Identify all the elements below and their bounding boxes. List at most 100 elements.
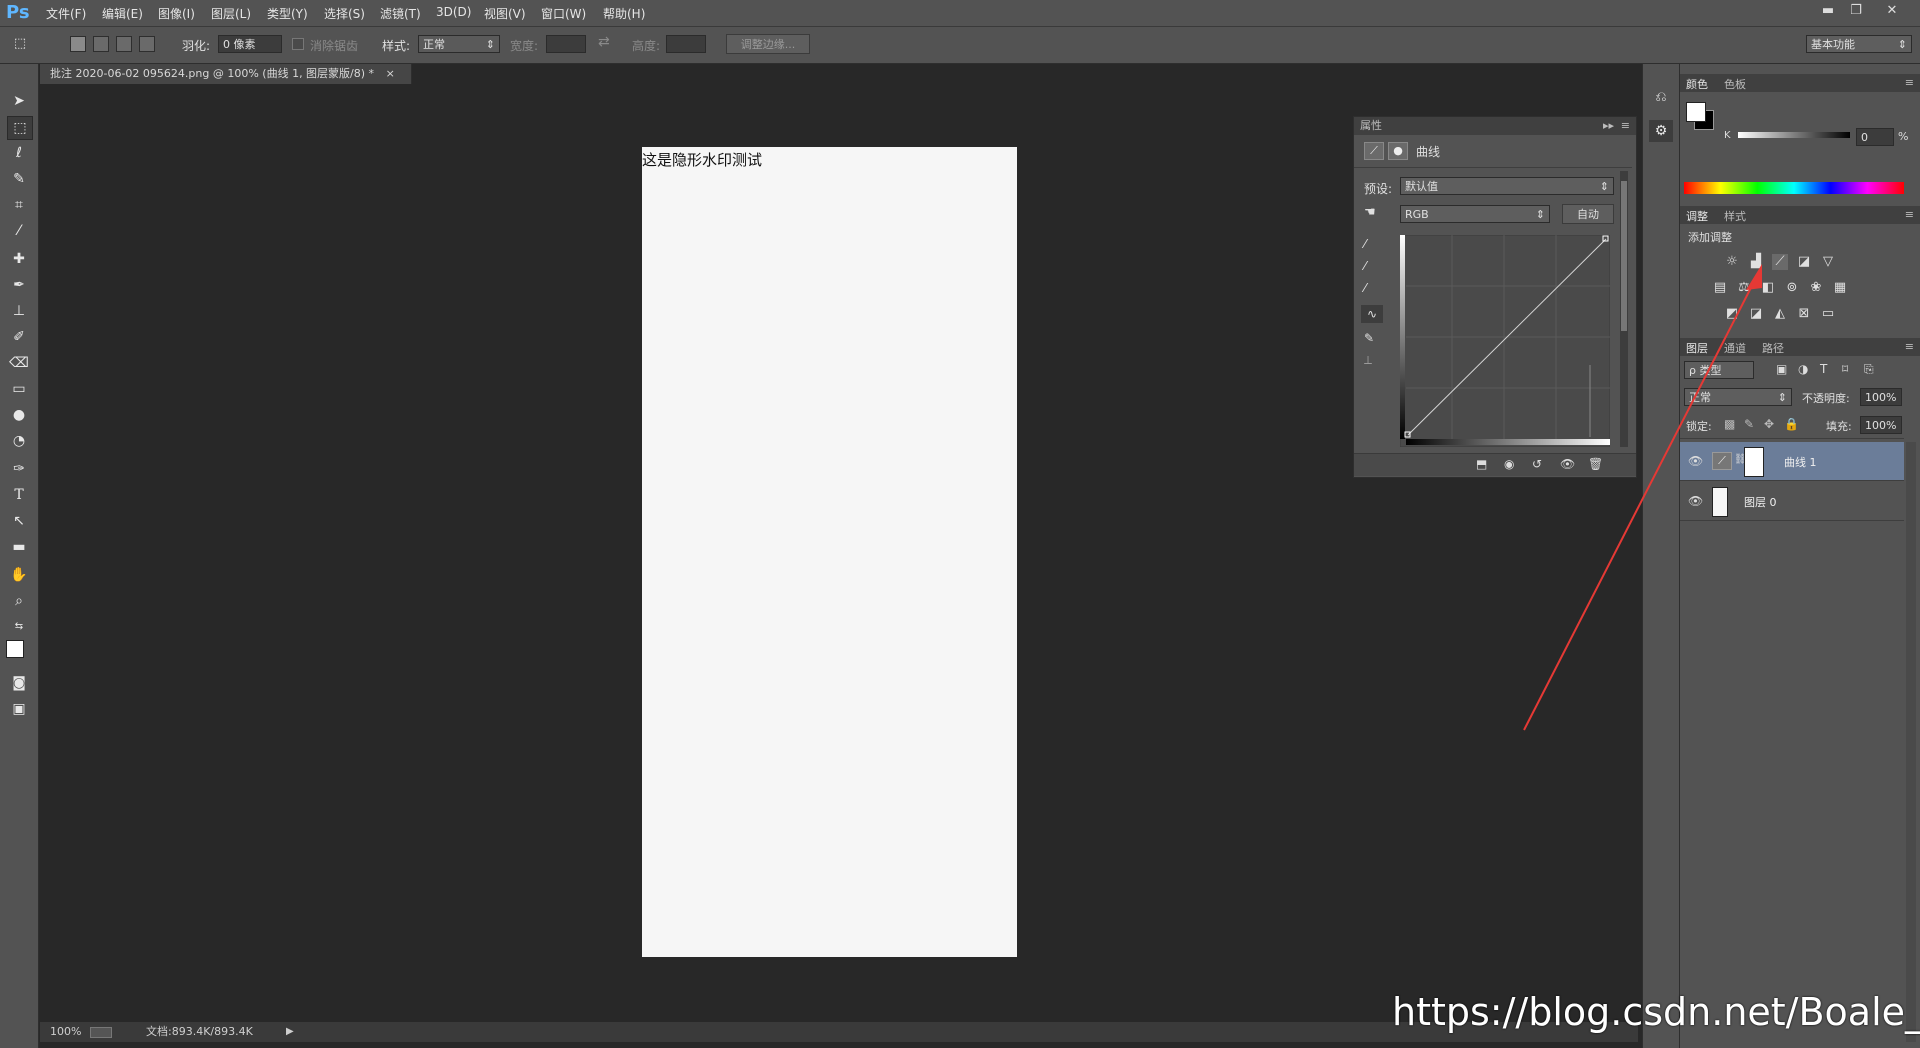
filter-smart-object-icon[interactable]: ⎘	[1864, 362, 1874, 377]
panel-menu-icon[interactable]: ≡	[1905, 76, 1914, 89]
sample-gray-eyedropper-icon[interactable]: ⁄	[1364, 259, 1366, 273]
vibrance-icon[interactable]: ▽	[1820, 254, 1836, 270]
dodge-tool-icon[interactable]: ◔	[7, 430, 31, 452]
tab-color[interactable]: 颜色	[1686, 76, 1708, 92]
path-select-tool-icon[interactable]: ↖	[7, 510, 31, 532]
rectangle-tool-icon[interactable]: ▬	[7, 536, 31, 558]
refine-edge-button[interactable]: 调整边缘...	[726, 34, 810, 54]
brush-tool-icon[interactable]: ✒	[7, 274, 31, 296]
document-tab[interactable]: 批注 2020-06-02 095624.png @ 100% (曲线 1, 图…	[40, 64, 412, 84]
opacity-input[interactable]: 100%	[1860, 388, 1902, 406]
clip-to-layer-icon[interactable]: ⬒	[1476, 457, 1487, 471]
foreground-color-swatch[interactable]	[1686, 102, 1706, 122]
tab-styles[interactable]: 样式	[1724, 208, 1746, 224]
menu-edit[interactable]: 编辑(E)	[102, 5, 143, 22]
menu-help[interactable]: 帮助(H)	[603, 5, 645, 22]
collapse-icon[interactable]: ▸▸	[1603, 117, 1614, 135]
eyedropper-tool-icon[interactable]: ⁄	[7, 220, 31, 242]
sample-white-eyedropper-icon[interactable]: ⁄	[1364, 281, 1366, 295]
workspace-select[interactable]: 基本功能 ⇕	[1806, 35, 1912, 53]
marquee-tool-icon[interactable]: ⬚	[7, 116, 33, 140]
healing-brush-tool-icon[interactable]: ✚	[7, 248, 31, 270]
edit-points-curve-icon[interactable]: ∿	[1361, 305, 1383, 323]
subtract-selection-icon[interactable]	[116, 36, 132, 52]
curves-adjustment-icon[interactable]: ⟋	[1364, 142, 1384, 160]
new-selection-icon[interactable]	[70, 36, 86, 52]
height-input[interactable]	[666, 35, 706, 53]
menu-select[interactable]: 选择(S)	[324, 5, 365, 22]
layer-name[interactable]: 曲线 1	[1784, 454, 1817, 470]
k-slider[interactable]	[1738, 132, 1850, 138]
restore-button[interactable]: ❐	[1844, 2, 1868, 20]
document-canvas[interactable]: 这是隐形水印测试	[642, 147, 1017, 957]
panel-menu-icon[interactable]: ≡	[1905, 340, 1914, 353]
marquee-tool-preset-icon[interactable]: ⬚	[8, 33, 32, 55]
menu-image[interactable]: 图像(I)	[158, 5, 195, 22]
close-tab-icon[interactable]: ×	[386, 67, 395, 80]
gradient-tool-icon[interactable]: ▭	[7, 378, 31, 400]
status-arrow-icon[interactable]: ▶	[286, 1022, 294, 1042]
quick-select-tool-icon[interactable]: ✎	[7, 168, 31, 190]
swap-colors-icon[interactable]: ⇆	[7, 616, 31, 638]
menu-view[interactable]: 视图(V)	[484, 5, 526, 22]
sample-black-eyedropper-icon[interactable]: ⁄	[1364, 237, 1366, 251]
screen-mode-icon[interactable]: ▣	[7, 698, 31, 720]
photo-filter-icon[interactable]: ⊚	[1784, 280, 1800, 296]
properties-panel-icon[interactable]: ⚙	[1649, 120, 1673, 142]
zoom-tool-icon[interactable]: ⌕	[7, 590, 31, 612]
gradient-map-icon[interactable]: ▭	[1820, 306, 1836, 322]
fill-input[interactable]: 100%	[1860, 416, 1902, 434]
menu-layer[interactable]: 图层(L)	[211, 5, 251, 22]
quick-mask-icon[interactable]: ◙	[7, 672, 31, 694]
selective-color-icon[interactable]: ⊠	[1796, 306, 1812, 322]
smooth-curve-icon[interactable]: ⟂	[1364, 353, 1372, 368]
pen-tool-icon[interactable]: ✑	[7, 458, 31, 480]
antialias-checkbox[interactable]	[292, 38, 304, 50]
foreground-color-swatch[interactable]	[6, 640, 24, 658]
menu-window[interactable]: 窗口(W)	[541, 5, 586, 22]
eraser-tool-icon[interactable]: ⌫	[7, 352, 31, 374]
tab-swatches[interactable]: 色板	[1724, 76, 1746, 92]
color-lookup-icon[interactable]: ▦	[1832, 280, 1848, 296]
preset-select[interactable]: 默认值 ⇕	[1400, 177, 1614, 195]
swap-icon[interactable]: ⇄	[598, 34, 610, 50]
channel-select[interactable]: RGB ⇕	[1400, 205, 1550, 223]
feather-input[interactable]: 0 像素	[218, 35, 282, 53]
close-window-button[interactable]: ✕	[1880, 2, 1904, 20]
history-panel-icon[interactable]: ⎌	[1649, 86, 1673, 108]
filter-adjustment-icon[interactable]: ◑	[1798, 362, 1808, 376]
lasso-tool-icon[interactable]: ℓ	[7, 142, 31, 164]
channel-mixer-icon[interactable]: ❀	[1808, 280, 1824, 296]
blur-tool-icon[interactable]: ●	[7, 404, 31, 426]
panel-menu-icon[interactable]: ≡	[1905, 208, 1914, 221]
tab-adjustments[interactable]: 调整	[1686, 208, 1708, 224]
menu-type[interactable]: 类型(Y)	[267, 5, 308, 22]
move-tool-icon[interactable]: ➤	[7, 90, 31, 112]
layers-scrollbar[interactable]	[1906, 442, 1916, 1042]
minimize-button[interactable]: ▬	[1816, 2, 1840, 20]
intersect-selection-icon[interactable]	[139, 36, 155, 52]
panel-menu-icon[interactable]: ≡	[1621, 117, 1630, 135]
menu-file[interactable]: 文件(F)	[46, 5, 86, 22]
filter-type-icon[interactable]: T	[1820, 362, 1827, 376]
mask-icon[interactable]: ●	[1388, 142, 1408, 160]
history-brush-tool-icon[interactable]: ✐	[7, 326, 31, 348]
width-input[interactable]	[546, 35, 586, 53]
target-adjust-hand-icon[interactable]: ☚	[1364, 205, 1376, 220]
style-select[interactable]: 正常 ⇕	[418, 35, 500, 53]
menu-3d[interactable]: 3D(D)	[436, 5, 471, 19]
k-value-input[interactable]: 0	[1856, 128, 1894, 146]
zoom-level[interactable]: 100%	[50, 1022, 81, 1042]
hand-tool-icon[interactable]: ✋	[7, 564, 31, 586]
color-spectrum-bar[interactable]	[1684, 182, 1904, 194]
crop-tool-icon[interactable]: ⌗	[7, 194, 31, 216]
type-tool-icon[interactable]: T	[7, 484, 31, 506]
menu-filter[interactable]: 滤镜(T)	[380, 5, 421, 22]
add-selection-icon[interactable]	[93, 36, 109, 52]
draw-curve-pencil-icon[interactable]: ✎	[1364, 331, 1374, 345]
exposure-icon[interactable]: ◪	[1796, 254, 1812, 270]
clone-stamp-tool-icon[interactable]: ⊥	[7, 300, 31, 322]
filter-shape-icon[interactable]: ⌑	[1842, 362, 1848, 376]
lock-all-icon[interactable]: 🔒	[1784, 417, 1799, 431]
auto-button[interactable]: 自动	[1562, 204, 1614, 224]
